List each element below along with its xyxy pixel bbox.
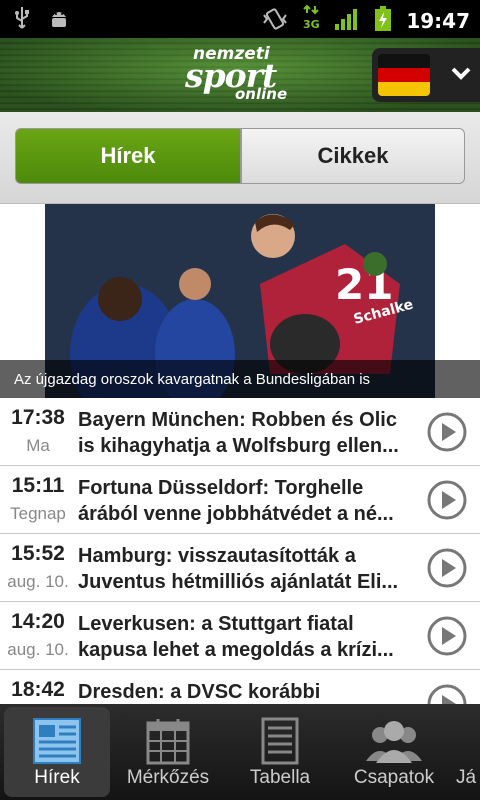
list-item[interactable]: 17:38 Ma Bayern München: Robben és Olic … [0,398,480,466]
hero-caption: Az újgazdag oroszok kavargatnak a Bundes… [0,360,480,398]
news-time: 15:52 [11,542,65,565]
news-icon [33,718,81,764]
news-day: Ma [26,436,50,455]
tab-cikkek[interactable]: Cikkek [241,128,465,184]
nav-label: Tabella [249,767,311,788]
calendar-icon [146,719,190,765]
news-time: 17:38 [11,406,65,429]
list-item[interactable]: 14:20 aug. 10. Leverkusen: a Stuttgart f… [0,602,480,670]
news-time: 14:20 [11,610,65,633]
segment-tabs: Hírek Cikkek [0,112,480,204]
signal-strength-icon [334,7,360,35]
table-icon [261,717,299,765]
vibrate-icon [262,7,288,35]
list-item[interactable]: 18:42 Dresden: a DVSC korábbi [0,670,480,704]
germany-flag-icon [378,54,430,96]
news-title: Dresden: a DVSC korábbi [78,681,321,703]
news-title: Hamburg: visszautasították a Juventus hé… [78,545,399,593]
nav-label: Mérkőzés [126,767,210,788]
play-icon[interactable] [426,547,468,593]
news-title: Fortuna Düsseldorf: Torghelle árából ven… [78,477,394,525]
list-item[interactable]: 15:11 Tegnap Fortuna Düsseldorf: Torghel… [0,466,480,534]
status-bar: 3G 19:47 [0,0,480,38]
battery-charging-icon [374,6,392,36]
play-icon[interactable] [426,479,468,525]
nav-label: Csapatok [353,767,435,788]
play-icon[interactable] [426,615,468,661]
usb-icon [14,6,30,34]
nav-merkozes[interactable]: Mérkőzés [118,707,218,797]
tab-hirek[interactable]: Hírek [15,128,241,184]
status-time: 19:47 [406,9,470,33]
news-title: Leverkusen: a Stuttgart fiatal kapusa le… [78,613,394,661]
news-title: Bayern München: Robben és Olic is kihagy… [78,409,399,457]
nav-tabella[interactable]: Tabella [232,707,328,797]
play-icon[interactable] [426,411,468,457]
news-day: aug. 10. [7,572,69,591]
bottom-navigation: Hírek Mérkőzés Tabella Csapatok Já [0,704,480,800]
nav-label: Já [456,767,477,788]
news-time: 15:11 [11,474,65,497]
play-icon[interactable] [426,683,468,704]
teams-icon [366,721,422,763]
language-selector[interactable] [372,48,480,102]
nemzeti-sport-logo: nemzeti sport online [185,44,288,103]
news-list: 17:38 Ma Bayern München: Robben és Olic … [0,398,480,704]
network-3g-icon: 3G [302,4,320,38]
news-day: Tegnap [10,504,66,523]
android-debug-icon [48,7,70,33]
nav-jatekosok[interactable]: Já [456,707,480,797]
nav-csapatok[interactable]: Csapatok [342,707,446,797]
nav-hirek[interactable]: Hírek [4,707,110,797]
nav-label: Hírek [34,767,80,788]
news-time: 18:42 [11,678,65,701]
news-day: aug. 10. [7,640,69,659]
list-item[interactable]: 15:52 aug. 10. Hamburg: visszautasítottá… [0,534,480,602]
svg-text:3G: 3G [303,18,320,31]
chevron-down-icon [450,66,472,86]
